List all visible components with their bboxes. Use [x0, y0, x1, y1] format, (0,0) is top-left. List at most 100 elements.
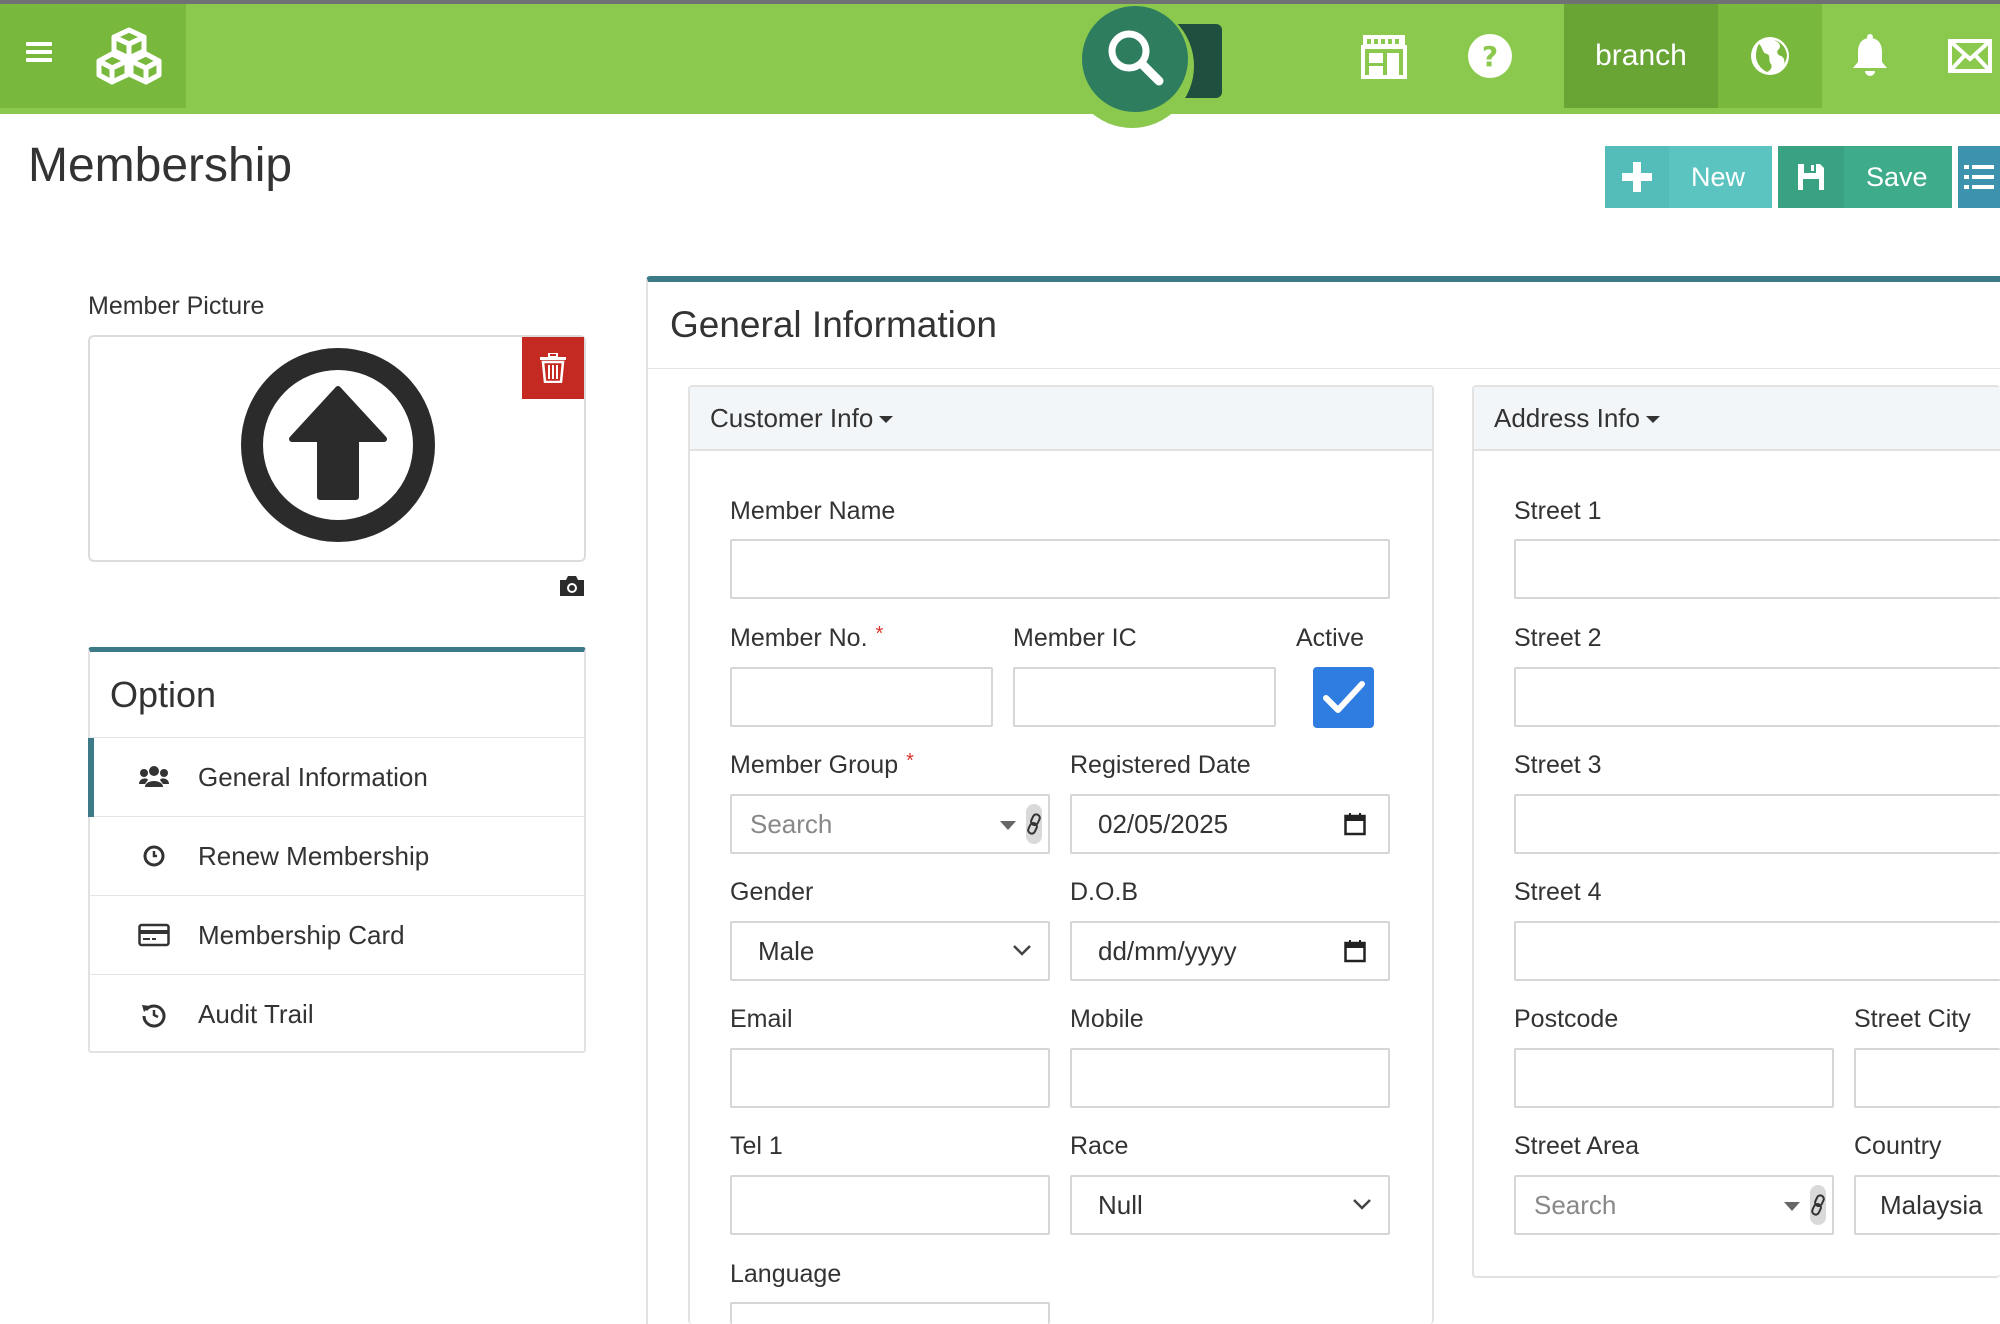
upload-arrow-icon[interactable]: [240, 347, 436, 543]
checkmark-icon: [1322, 680, 1365, 713]
topbar-brand-area: [0, 4, 186, 108]
camera-icon[interactable]: [558, 574, 586, 598]
hamburger-menu-icon[interactable]: [26, 42, 52, 66]
delete-picture-button[interactable]: [522, 337, 584, 399]
race-value: Null: [1098, 1189, 1143, 1220]
notifications-button[interactable]: [1840, 4, 1900, 108]
member-picture-label: Member Picture: [88, 292, 265, 320]
gender-select[interactable]: Male: [730, 921, 1050, 981]
credit-card-icon: [138, 923, 170, 947]
required-mark: *: [875, 623, 884, 645]
floppy-disk-icon: [1798, 164, 1824, 190]
dropdown-arrow-icon[interactable]: [1784, 1202, 1800, 1211]
question-circle-icon: ?: [1468, 34, 1512, 78]
street-area-search[interactable]: Search: [1514, 1175, 1834, 1235]
member-name-input[interactable]: [730, 539, 1390, 599]
email-label: Email: [730, 1005, 793, 1033]
registered-date-label: Registered Date: [1070, 751, 1251, 779]
street2-input[interactable]: [1514, 667, 2000, 727]
member-group-label: Member Group *: [730, 750, 914, 780]
option-label: General Information: [198, 761, 428, 792]
calendar-icon[interactable]: [1344, 939, 1366, 963]
street1-input[interactable]: [1514, 539, 2000, 599]
postcode-input[interactable]: [1514, 1048, 1834, 1108]
store-button[interactable]: [1354, 4, 1414, 108]
branch-button[interactable]: branch: [1564, 4, 1718, 108]
address-info-toggle[interactable]: Address Info: [1474, 387, 2000, 451]
street3-input[interactable]: [1514, 794, 2000, 854]
envelope-icon: [1948, 39, 1992, 73]
member-no-input[interactable]: [730, 667, 993, 727]
postcode-label: Postcode: [1514, 1005, 1619, 1033]
store-icon: [1361, 35, 1407, 79]
dob-input[interactable]: dd/mm/yyyy: [1070, 921, 1390, 981]
calendar-icon[interactable]: [1344, 812, 1366, 836]
member-name-label: Member Name: [730, 497, 896, 525]
street2-label: Street 2: [1514, 624, 1602, 652]
save-button[interactable]: Save: [1778, 146, 1952, 208]
list-button[interactable]: [1958, 146, 2000, 208]
new-button[interactable]: New: [1605, 146, 1772, 208]
option-renew-membership[interactable]: Renew Membership: [90, 817, 584, 896]
link-button[interactable]: [1810, 1185, 1826, 1225]
country-select[interactable]: Malaysia: [1854, 1175, 2000, 1235]
gender-label: Gender: [730, 878, 814, 906]
street-city-label: Street City: [1854, 1005, 1971, 1033]
active-label: Active: [1296, 624, 1365, 652]
member-group-label-text: Member Group: [730, 751, 899, 779]
member-group-search[interactable]: Search: [730, 794, 1050, 854]
option-audit-trail[interactable]: Audit Trail: [90, 975, 584, 1054]
help-button[interactable]: ?: [1460, 4, 1520, 108]
chevron-down-icon: [1353, 1199, 1371, 1210]
option-panel: Option General Information Renew Members…: [88, 647, 586, 1053]
users-icon: [139, 766, 169, 787]
race-label: Race: [1070, 1132, 1129, 1160]
option-panel-title: Option: [90, 652, 584, 738]
street-city-input[interactable]: [1854, 1048, 2000, 1108]
tel1-label: Tel 1: [730, 1132, 783, 1160]
race-select[interactable]: Null: [1070, 1175, 1390, 1235]
member-picture-box[interactable]: [88, 335, 586, 562]
dropdown-arrow-icon[interactable]: [1000, 821, 1016, 830]
top-navigation-bar: ? branch: [0, 4, 2000, 128]
language-button[interactable]: [1718, 4, 1822, 108]
option-general-information[interactable]: General Information: [88, 738, 584, 817]
member-group-placeholder: Search: [750, 808, 833, 839]
panel-divider: [648, 368, 2000, 369]
option-label: Renew Membership: [198, 840, 430, 871]
option-label: Audit Trail: [198, 999, 314, 1029]
member-ic-label: Member IC: [1013, 624, 1137, 652]
registered-date-value: 02/05/2025: [1098, 808, 1229, 839]
mobile-label: Mobile: [1070, 1005, 1144, 1033]
page-title: Membership: [28, 139, 293, 192]
gender-value: Male: [758, 935, 815, 966]
boxes-logo-icon[interactable]: [96, 26, 162, 86]
customer-info-header: Customer Info: [710, 402, 874, 433]
tel1-input[interactable]: [730, 1175, 1050, 1235]
active-checkbox[interactable]: [1313, 667, 1374, 728]
required-mark: *: [906, 750, 914, 772]
link-icon: [1027, 813, 1041, 835]
link-button[interactable]: [1026, 804, 1042, 844]
bell-icon: [1853, 34, 1887, 76]
street4-input[interactable]: [1514, 921, 2000, 981]
member-ic-input[interactable]: [1013, 667, 1276, 727]
language-label: Language: [730, 1260, 842, 1288]
street-area-label: Street Area: [1514, 1132, 1640, 1160]
search-icon: [1108, 30, 1164, 86]
list-icon: [1964, 165, 1994, 189]
street3-label: Street 3: [1514, 751, 1602, 779]
link-icon: [1811, 1194, 1825, 1216]
messages-button[interactable]: [1940, 4, 2000, 108]
email-input[interactable]: [730, 1048, 1050, 1108]
country-label: Country: [1854, 1132, 1942, 1160]
country-value: Malaysia: [1880, 1189, 1983, 1220]
mobile-input[interactable]: [1070, 1048, 1390, 1108]
dob-placeholder: dd/mm/yyyy: [1098, 935, 1237, 966]
option-membership-card[interactable]: Membership Card: [90, 896, 584, 975]
registered-date-input[interactable]: 02/05/2025: [1070, 794, 1390, 854]
member-no-label: Member No. *: [730, 623, 884, 653]
customer-info-toggle[interactable]: Customer Info: [690, 387, 1432, 451]
language-input[interactable]: [730, 1302, 1050, 1324]
search-button[interactable]: [1082, 6, 1188, 112]
